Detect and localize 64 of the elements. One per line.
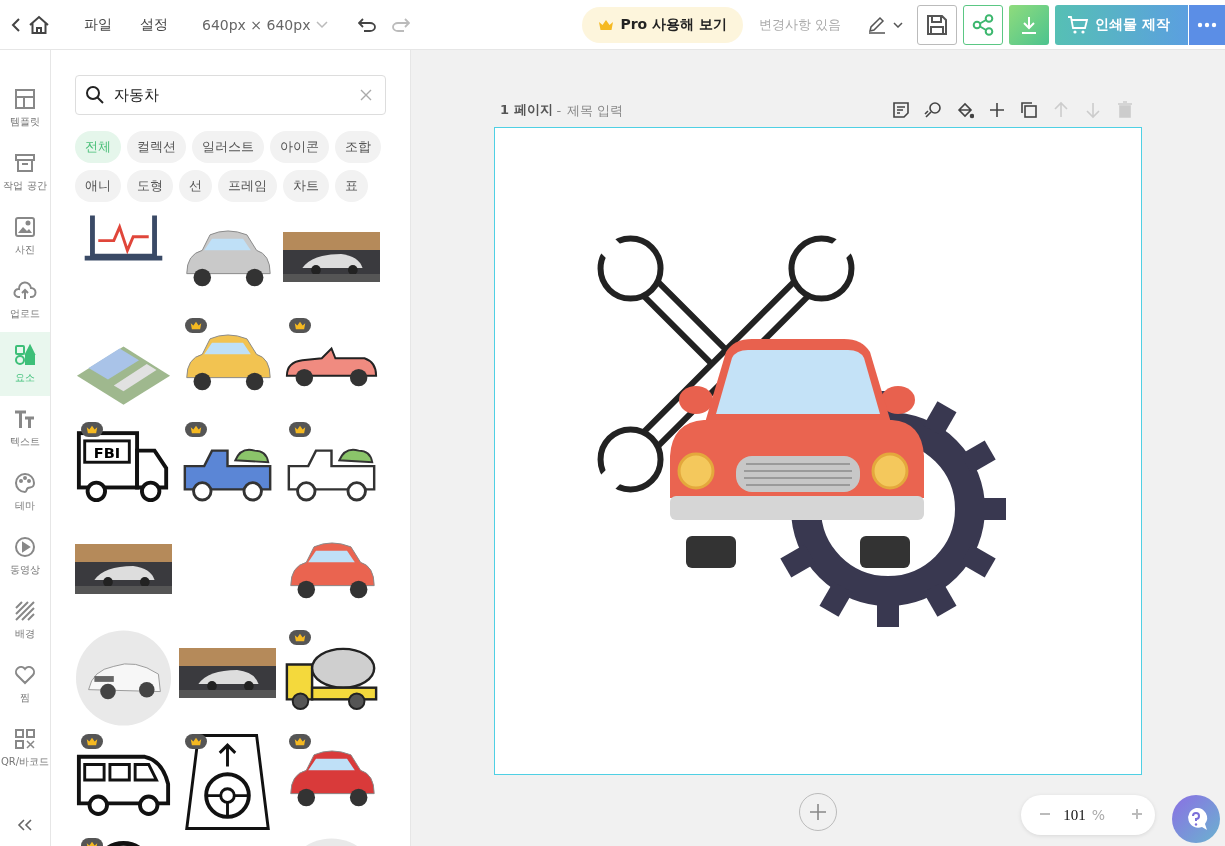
filter-chip[interactable]: 일러스트 bbox=[192, 131, 264, 163]
size-dropdown[interactable]: 640px × 640px bbox=[202, 16, 329, 33]
pro-trial-button[interactable]: Pro 사용해 보기 bbox=[582, 6, 743, 43]
more-icon bbox=[1197, 21, 1217, 28]
design-page[interactable] bbox=[494, 127, 1142, 775]
share-icon bbox=[972, 13, 995, 36]
crown-icon bbox=[598, 18, 615, 31]
sidebar-item[interactable]: QR/바코드 bbox=[0, 716, 50, 780]
filter-chip[interactable]: 차트 bbox=[283, 170, 329, 202]
more-button[interactable] bbox=[1189, 4, 1225, 45]
pen-icon[interactable] bbox=[867, 15, 888, 34]
help-button[interactable] bbox=[1172, 795, 1220, 843]
sidebar-item[interactable]: 템플릿 bbox=[0, 76, 50, 140]
sidebar-item[interactable]: 테마 bbox=[0, 460, 50, 524]
sidebar-item[interactable]: 찜 bbox=[0, 652, 50, 716]
truck-drawing[interactable] bbox=[76, 431, 169, 502]
back-icon[interactable] bbox=[10, 16, 22, 33]
save-status: 변경사항 있음 bbox=[759, 15, 842, 34]
magic-wand-icon[interactable] bbox=[924, 101, 942, 119]
truck-label: FBI bbox=[93, 444, 121, 462]
play-icon bbox=[13, 535, 37, 559]
save-button[interactable] bbox=[917, 4, 958, 45]
caret-icon[interactable] bbox=[893, 21, 904, 28]
sidebar-item[interactable]: 사진 bbox=[0, 204, 50, 268]
sidebar-item[interactable]: 텍스트 bbox=[0, 396, 50, 460]
menu-item[interactable]: 파일 bbox=[84, 15, 112, 34]
collapse-icon[interactable] bbox=[17, 819, 33, 831]
sidebar-item[interactable]: 업로드 bbox=[0, 268, 50, 332]
shapes-icon bbox=[13, 343, 37, 367]
archive-box-icon bbox=[13, 151, 37, 175]
home-icon[interactable] bbox=[28, 14, 50, 35]
paint-bucket-icon[interactable] bbox=[956, 101, 974, 119]
sidebar-item[interactable]: 배경 bbox=[0, 588, 50, 652]
search-field[interactable]: 자동차 bbox=[75, 75, 386, 115]
share-button[interactable] bbox=[963, 4, 1004, 45]
caret-icon bbox=[316, 20, 329, 29]
zoom-value[interactable]: 101 bbox=[1063, 806, 1086, 824]
page-title-field[interactable]: 제목 입력 bbox=[565, 101, 660, 119]
filter-chip[interactable]: 도형 bbox=[127, 170, 173, 202]
note-icon[interactable] bbox=[892, 101, 910, 119]
qr-code-icon bbox=[13, 727, 37, 751]
page-number: 1 페이지 bbox=[500, 101, 553, 119]
filter-chip[interactable]: 조합 bbox=[335, 131, 381, 163]
image-icon bbox=[13, 215, 37, 239]
menu-item[interactable]: 설정 bbox=[140, 15, 168, 34]
undo-icon[interactable] bbox=[358, 17, 377, 32]
filter-chip[interactable]: 표 bbox=[335, 170, 368, 202]
filter-chip[interactable]: 컬렉션 bbox=[127, 131, 186, 163]
cart-icon bbox=[1067, 14, 1090, 35]
duplicate-icon[interactable] bbox=[1020, 101, 1038, 119]
filter-chip[interactable]: 아이콘 bbox=[270, 131, 329, 163]
add-icon[interactable] bbox=[988, 101, 1006, 119]
palette-icon bbox=[13, 471, 37, 495]
heart-icon bbox=[13, 663, 37, 687]
filter-chip[interactable]: 프레임 bbox=[218, 170, 277, 202]
stripes-icon bbox=[13, 599, 37, 623]
zoom-unit: % bbox=[1091, 807, 1105, 823]
filter-chip[interactable]: 애니 bbox=[75, 170, 121, 202]
layout-icon bbox=[13, 87, 37, 111]
filter-chip[interactable]: 선 bbox=[179, 170, 212, 202]
sidebar-item[interactable]: 동영상 bbox=[0, 524, 50, 588]
title-separator: - bbox=[556, 102, 562, 118]
plus-icon bbox=[809, 803, 827, 821]
sidebar-item[interactable]: 작업 공간 bbox=[0, 140, 50, 204]
